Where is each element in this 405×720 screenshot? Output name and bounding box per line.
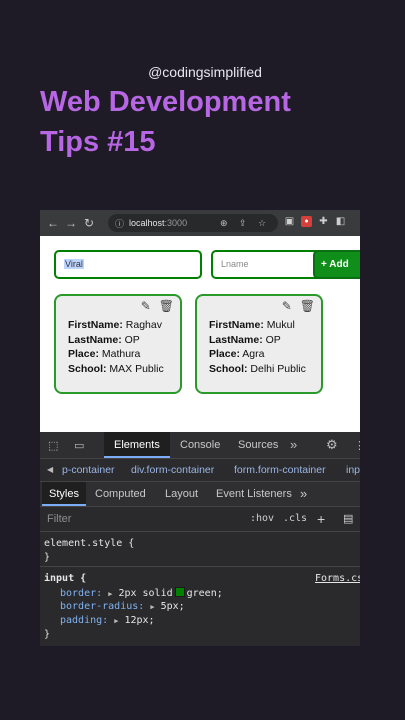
channel-handle: @codingsimplified: [148, 64, 262, 80]
person-card: ✎ 🗑 FirstName: Raghav LastName: OP Place…: [54, 294, 182, 394]
person-card: ✎ 🗑 FirstName: Mukul LastName: OP Place:…: [195, 294, 323, 394]
breadcrumb-item[interactable]: form.form-container: [234, 459, 326, 481]
filter-input[interactable]: Filter: [47, 507, 71, 531]
subtab-layout[interactable]: Layout: [165, 482, 198, 506]
card-school: School: Delhi Public: [209, 362, 306, 375]
input-rule-selector: input {: [44, 573, 87, 584]
share-icon[interactable]: ⇪: [239, 218, 247, 229]
bookmark-star-icon[interactable]: ☆: [258, 218, 266, 229]
tab-elements[interactable]: Elements: [104, 432, 170, 458]
css-property-padding[interactable]: padding: ▶ 12px;: [60, 615, 155, 626]
puzzle-icon[interactable]: ✚: [318, 216, 329, 227]
styles-subtabs: Styles Computed Layout Event Listeners »: [40, 482, 360, 507]
devtools-tabbar: ⬚ ▭ Elements Console Sources » ⚙ ⋮: [40, 432, 360, 459]
more-subtabs-icon[interactable]: »: [300, 482, 307, 506]
address-bar[interactable]: ⓘ localhost:3000 ⊕ ⇪ ☆: [108, 214, 278, 232]
tab-console[interactable]: Console: [180, 432, 220, 458]
card-lastname: LastName: OP: [68, 333, 140, 346]
browser-screenshot: ← → ↻ ⓘ localhost:3000 ⊕ ⇪ ☆ ▣ ● ✚ ◧ Vir…: [40, 210, 360, 646]
breadcrumb-item[interactable]: div.form-container: [131, 459, 214, 481]
subtab-styles[interactable]: Styles: [42, 482, 86, 506]
styles-pane: element.style { } input { Forms.cs borde…: [40, 532, 360, 646]
card-firstname: FirstName: Raghav: [68, 319, 162, 331]
device-toggle-icon[interactable]: ▭: [74, 439, 84, 452]
card-place: Place: Agra: [209, 348, 265, 361]
url-text: localhost:3000: [129, 218, 188, 228]
edit-pencil-icon[interactable]: ✎: [282, 299, 292, 313]
card-school: School: MAX Public: [68, 362, 164, 375]
tab-sources[interactable]: Sources: [238, 432, 278, 458]
element-style-selector: element.style {: [44, 538, 135, 549]
stylesheet-source-link[interactable]: Forms.cs: [315, 573, 360, 584]
title-line-2: Tips #15: [40, 126, 156, 158]
expand-triangle-icon[interactable]: ▶: [114, 617, 118, 625]
forward-icon[interactable]: →: [62, 216, 80, 230]
card-firstname: FirstName: Mukul: [209, 319, 295, 331]
edit-pencil-icon[interactable]: ✎: [141, 299, 151, 313]
new-rule-plus-icon[interactable]: +: [317, 507, 325, 531]
css-property-border[interactable]: border: ▶ 2px solid green;: [60, 587, 223, 599]
color-swatch[interactable]: [174, 587, 185, 597]
app-area: Viral Lname + Add ✎ 🗑 FirstName: Raghav …: [40, 236, 360, 432]
inspect-element-icon[interactable]: ⬚: [48, 439, 58, 452]
add-button[interactable]: + Add: [313, 250, 360, 279]
back-icon[interactable]: ←: [44, 216, 62, 230]
more-tabs-icon[interactable]: »: [290, 437, 297, 452]
devtools-panel: ⬚ ▭ Elements Console Sources » ⚙ ⋮ ◀ p-c…: [40, 432, 360, 646]
breadcrumb-item[interactable]: p-container: [62, 459, 115, 481]
video-title: Web Development Tips #15: [40, 82, 380, 162]
browser-toolbar: ← → ↻ ⓘ localhost:3000 ⊕ ⇪ ☆ ▣ ● ✚ ◧: [40, 210, 360, 236]
extension-icon[interactable]: ▣: [284, 216, 295, 227]
breadcrumb-scroll-left-icon[interactable]: ◀: [47, 459, 53, 481]
extension-red-icon[interactable]: ●: [301, 216, 312, 227]
styles-filter-row: Filter :hov .cls + ▤: [40, 507, 360, 532]
hov-toggle[interactable]: :hov: [250, 507, 274, 531]
reload-icon[interactable]: ↻: [80, 216, 98, 230]
delete-trash-icon[interactable]: 🗑: [300, 299, 315, 313]
card-place: Place: Mathura: [68, 348, 141, 361]
computed-sidebar-icon[interactable]: ▤: [343, 507, 353, 531]
breadcrumb-item[interactable]: inp: [346, 459, 360, 481]
more-options-icon[interactable]: ⋮: [354, 439, 360, 452]
css-property-border-radius[interactable]: border-radius: ▶ 5px;: [60, 601, 185, 612]
breadcrumb: ◀ p-container div.form-container form.fo…: [40, 459, 360, 482]
firstname-input[interactable]: Viral: [54, 250, 202, 279]
subtab-event-listeners[interactable]: Event Listeners: [216, 482, 292, 506]
input-rule-close: }: [44, 629, 51, 640]
delete-trash-icon[interactable]: 🗑: [159, 299, 174, 313]
element-style-close: }: [44, 552, 51, 563]
title-line-1: Web Development: [40, 86, 291, 118]
zoom-icon[interactable]: ⊕: [220, 218, 228, 229]
expand-triangle-icon[interactable]: ▶: [108, 590, 112, 598]
cls-toggle[interactable]: .cls: [283, 507, 307, 531]
subtab-computed[interactable]: Computed: [95, 482, 146, 506]
card-lastname: LastName: OP: [209, 333, 281, 346]
site-info-icon[interactable]: ⓘ: [115, 217, 124, 230]
sidepanel-icon[interactable]: ◧: [335, 216, 346, 227]
settings-gear-icon[interactable]: ⚙: [326, 437, 338, 453]
expand-triangle-icon[interactable]: ▶: [150, 603, 154, 611]
extension-icons: ▣ ● ✚ ◧: [284, 216, 346, 227]
